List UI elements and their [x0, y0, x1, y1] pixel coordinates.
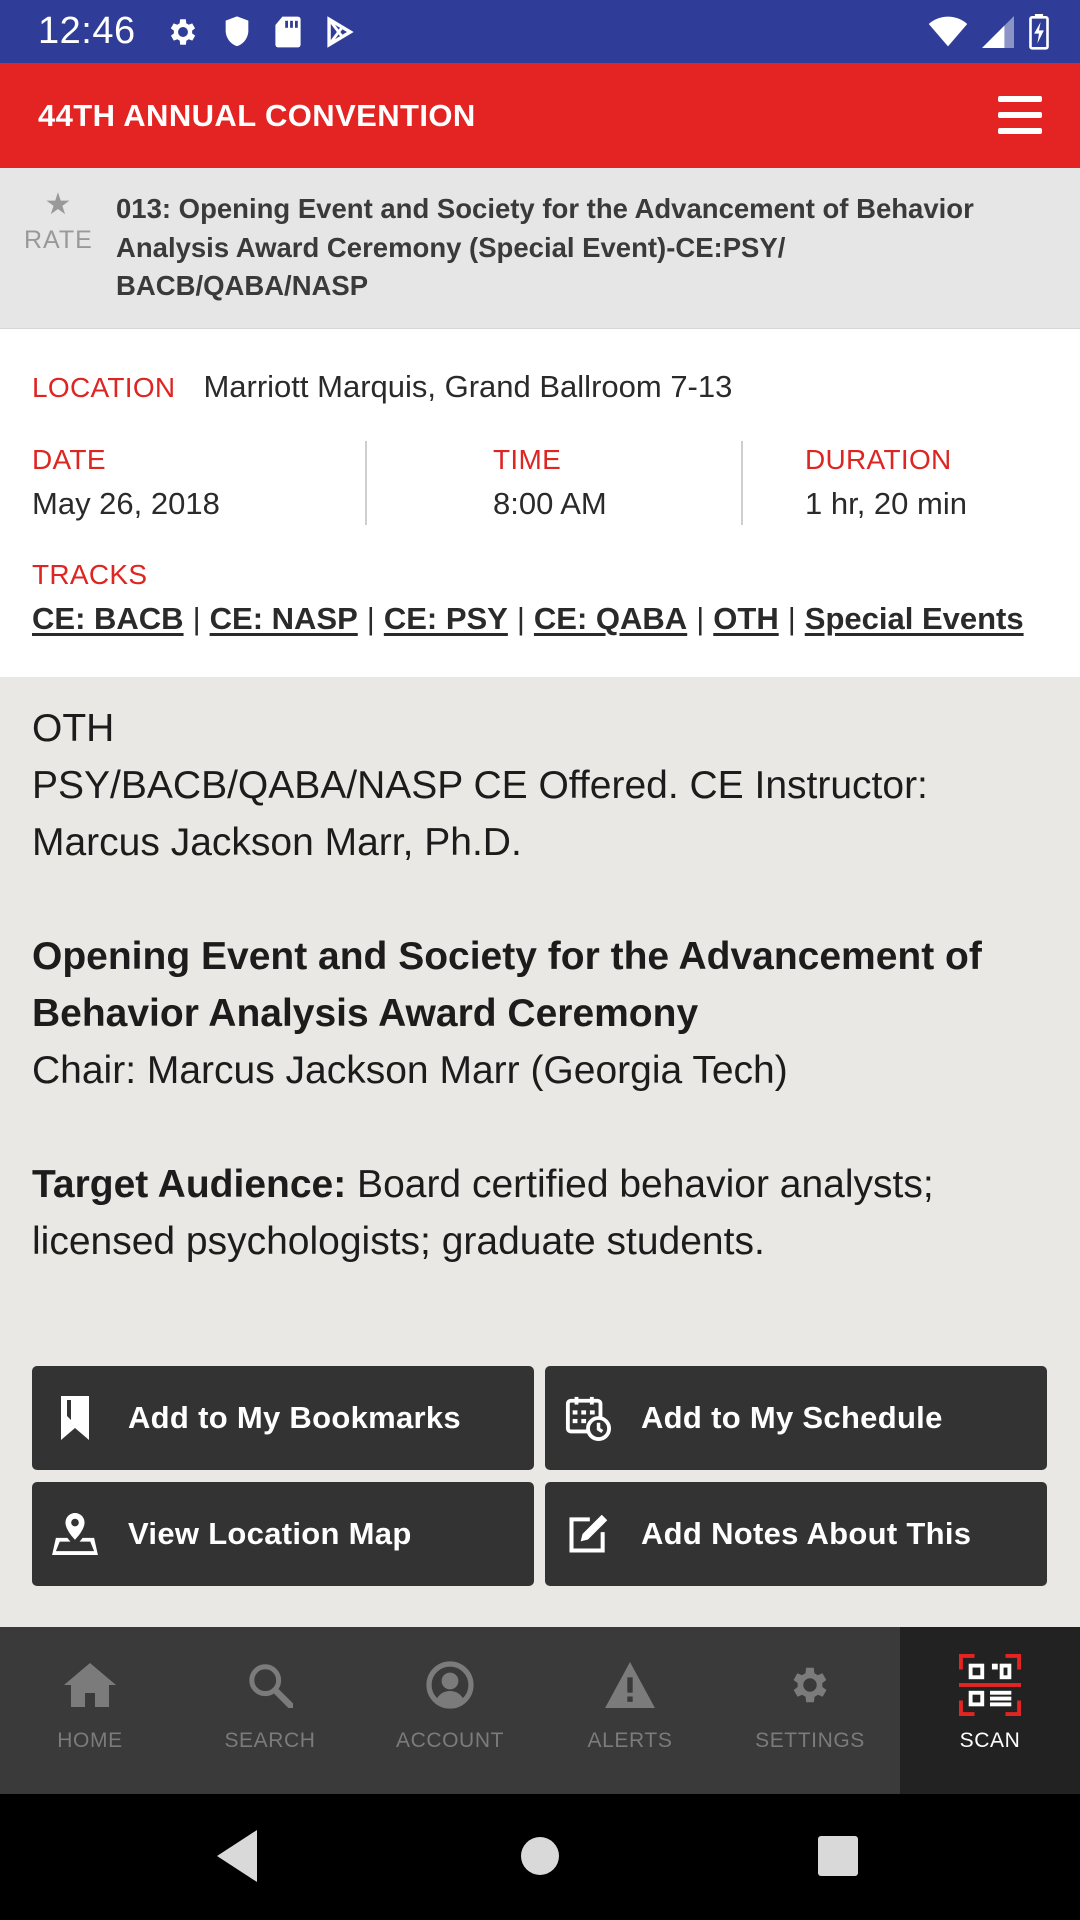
description-line: OTH [32, 707, 115, 750]
track-link-ce-nasp[interactable]: CE: NASP [210, 601, 358, 636]
view-location-map-button[interactable]: View Location Map [32, 1482, 534, 1586]
back-icon[interactable] [217, 1830, 257, 1882]
date-value: May 26, 2018 [32, 486, 220, 521]
wifi-icon [928, 16, 968, 48]
shield-icon [222, 15, 252, 49]
session-header: ★ RATE 013: Opening Event and Society fo… [0, 168, 1080, 329]
track-link-special-events[interactable]: Special Events [805, 601, 1024, 636]
home-icon [64, 1657, 116, 1713]
add-to-schedule-button[interactable]: Add to My Schedule [545, 1366, 1047, 1470]
nav-search-label: SEARCH [224, 1729, 316, 1752]
location-value: Marriott Marquis, Grand Ballroom 7-13 [203, 369, 733, 404]
location-row: LOCATION Marriott Marquis, Grand Ballroo… [32, 369, 732, 405]
event-heading: Opening Event and Society for the Advanc… [32, 935, 982, 1035]
nav-search[interactable]: SEARCH [180, 1627, 360, 1794]
edit-note-icon [565, 1511, 611, 1557]
time-value: 8:00 AM [493, 486, 607, 521]
star-icon: ★ [44, 188, 72, 221]
add-to-bookmarks-label: Add to My Bookmarks [128, 1400, 461, 1435]
map-marker-icon [52, 1511, 98, 1557]
time-label: TIME [493, 444, 562, 475]
status-time: 12:46 [38, 10, 136, 52]
nav-home[interactable]: HOME [0, 1627, 180, 1794]
nav-scan[interactable]: SCAN [900, 1627, 1080, 1794]
sd-card-icon [274, 15, 302, 49]
divider [365, 441, 367, 525]
target-audience: Target Audience: Board certified behavio… [32, 1156, 1052, 1270]
nav-scan-label: SCAN [959, 1729, 1021, 1752]
session-title: 013: Opening Event and Society for the A… [116, 193, 974, 301]
account-icon [426, 1657, 474, 1713]
gear-icon [787, 1657, 833, 1713]
gear-icon [166, 15, 200, 49]
hamburger-menu-icon[interactable] [998, 96, 1042, 134]
search-icon [247, 1657, 293, 1713]
play-store-icon [324, 15, 354, 49]
nav-alerts-label: ALERTS [587, 1729, 673, 1752]
rate-label: RATE [24, 226, 93, 254]
description-line: PSY/BACB/QABA/NASP CE Offered. CE Instru… [32, 764, 928, 864]
bottom-navigation: HOME SEARCH ACCOUNT ALERTS SETTINGS SCAN [0, 1627, 1080, 1794]
nav-home-label: HOME [57, 1729, 123, 1752]
qr-scan-icon [959, 1654, 1021, 1716]
track-link-ce-bacb[interactable]: CE: BACB [32, 601, 184, 636]
bookmark-icon [52, 1395, 98, 1441]
app-title: 44TH ANNUAL CONVENTION [38, 97, 476, 133]
nav-account[interactable]: ACCOUNT [360, 1627, 540, 1794]
track-separator: | [192, 601, 201, 636]
tracks-label: TRACKS [32, 559, 148, 590]
add-notes-label: Add Notes About This [641, 1516, 972, 1551]
track-links: CE: BACB | CE: NASP | CE: PSY | CE: QABA | OTH | S… [32, 601, 1024, 637]
duration-label: DURATION [805, 444, 952, 475]
session-description: OTH PSY/BACB/QABA/NASP CE Offered. CE In… [32, 700, 1052, 1270]
track-link-ce-psy[interactable]: CE: PSY [384, 601, 508, 636]
nav-account-label: ACCOUNT [395, 1729, 505, 1752]
target-audience-label: Target Audience: [32, 1163, 347, 1206]
track-separator: | [696, 601, 705, 636]
nav-settings[interactable]: SETTINGS [720, 1627, 900, 1794]
view-location-map-label: View Location Map [128, 1516, 412, 1551]
nav-alerts[interactable]: ALERTS [540, 1627, 720, 1794]
calendar-clock-icon [565, 1395, 611, 1441]
rate-button[interactable]: ★ RATE [24, 190, 92, 255]
chair-text: Chair: Marcus Jackson Marr (Georgia Tech… [32, 1049, 788, 1092]
nav-settings-label: SETTINGS [755, 1729, 865, 1752]
battery-icon [1028, 13, 1050, 50]
track-separator: | [516, 601, 525, 636]
add-notes-button[interactable]: Add Notes About This [545, 1482, 1047, 1586]
add-to-schedule-label: Add to My Schedule [641, 1400, 943, 1435]
duration-value: 1 hr, 20 min [805, 486, 967, 521]
divider [741, 441, 743, 525]
status-bar: 12:46 [0, 0, 1080, 63]
track-separator: | [787, 601, 796, 636]
system-navigation-bar [0, 1794, 1080, 1920]
home-circle-icon[interactable] [521, 1837, 559, 1875]
date-label: DATE [32, 444, 106, 475]
location-label: LOCATION [32, 372, 176, 403]
tracks-block: TRACKS CE: BACB | CE: NASP | CE: PSY | CE: QAB… [32, 559, 1024, 637]
duration-block: DURATION 1 hr, 20 min [805, 444, 967, 522]
app-bar: 44TH ANNUAL CONVENTION [0, 63, 1080, 168]
signal-icon [982, 15, 1014, 48]
recents-icon[interactable] [818, 1836, 858, 1876]
track-link-ce-qaba[interactable]: CE: QABA [534, 601, 687, 636]
time-block: TIME 8:00 AM [493, 444, 607, 522]
alert-icon [605, 1657, 655, 1713]
date-block: DATE May 26, 2018 [32, 444, 220, 522]
add-to-bookmarks-button[interactable]: Add to My Bookmarks [32, 1366, 534, 1470]
track-link-oth[interactable]: OTH [713, 601, 778, 636]
session-info: LOCATION Marriott Marquis, Grand Ballroo… [0, 329, 1080, 677]
track-separator: | [366, 601, 375, 636]
